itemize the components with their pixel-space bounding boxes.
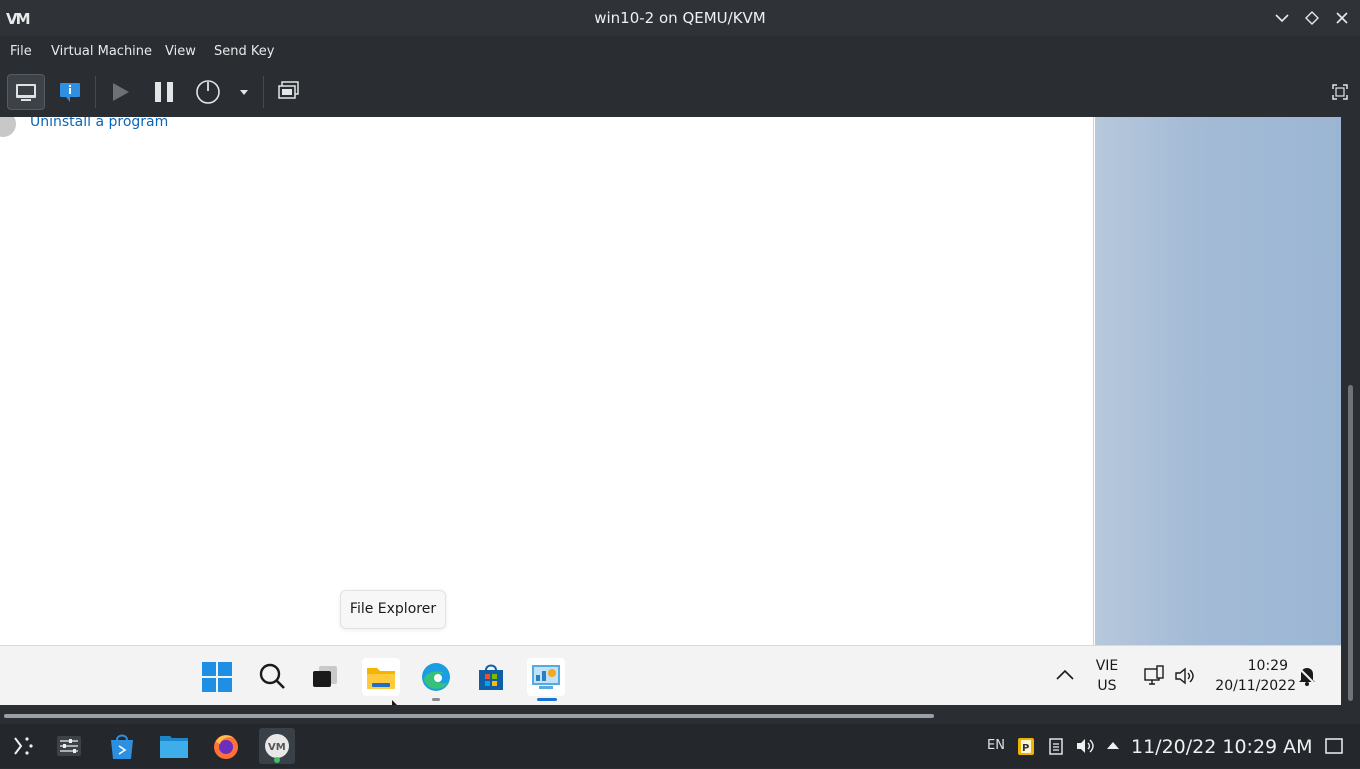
task-view-button[interactable] xyxy=(307,658,345,696)
desktop-wallpaper xyxy=(1095,117,1341,645)
kde-panel: VM EN P 11/20/22 10:29 AM xyxy=(0,724,1360,768)
system-clock[interactable]: 11/20/22 10:29 AM xyxy=(1131,736,1313,758)
control-panel-active-indicator xyxy=(537,698,557,701)
taskbar-tooltip: File Explorer xyxy=(340,590,446,629)
programs-icon xyxy=(0,117,16,137)
play-icon xyxy=(113,83,129,101)
file-explorer-taskbar-button[interactable] xyxy=(362,658,400,696)
horizontal-scroll-thumb[interactable] xyxy=(4,714,934,718)
clipboard-icon[interactable] xyxy=(1045,735,1067,757)
snapshots-icon xyxy=(278,81,299,99)
shutdown-menu-button[interactable] xyxy=(232,74,256,110)
fullscreen-icon xyxy=(1332,84,1348,100)
control-panel-window: Uninstall a program xyxy=(0,117,1094,645)
firefox-button[interactable] xyxy=(208,728,244,764)
network-icon[interactable] xyxy=(1142,664,1166,688)
task-view-icon xyxy=(313,666,337,687)
snapshots-button[interactable] xyxy=(270,74,306,110)
edge-icon xyxy=(422,663,450,691)
dolphin-button[interactable] xyxy=(156,728,192,764)
store-icon xyxy=(479,664,503,690)
settings-sliders-icon xyxy=(57,736,81,756)
horizontal-scrollbar[interactable] xyxy=(0,705,1360,724)
input-language-bottom[interactable]: US xyxy=(1088,678,1126,694)
volume-icon[interactable] xyxy=(1074,735,1096,757)
power-icon xyxy=(196,80,220,104)
start-button[interactable] xyxy=(198,658,236,696)
svg-text:VM: VM xyxy=(268,742,286,753)
vm-display[interactable]: Uninstall a program File Explorer VIE US… xyxy=(0,117,1341,705)
guest-clock-date[interactable]: 20/11/2022 xyxy=(1206,678,1296,694)
folder-icon xyxy=(367,668,395,689)
tray-expand-icon[interactable] xyxy=(1104,737,1122,755)
search-icon xyxy=(259,663,285,689)
firefox-icon xyxy=(214,735,238,759)
vertical-scroll-thumb[interactable] xyxy=(1348,385,1353,701)
uninstall-program-link[interactable]: Uninstall a program xyxy=(30,117,168,130)
menu-virtual-machine[interactable]: Virtual Machine xyxy=(51,44,152,59)
pause-button[interactable] xyxy=(146,74,182,110)
virt-manager-taskbar-button[interactable]: VM xyxy=(259,728,295,764)
menu-bar: File Virtual Machine View Send Key xyxy=(0,36,1360,68)
fullscreen-button[interactable] xyxy=(1322,74,1358,110)
control-panel-taskbar-button[interactable] xyxy=(527,658,565,696)
discover-button[interactable] xyxy=(104,728,140,764)
volume-icon[interactable] xyxy=(1173,664,1197,688)
keyboard-layout-indicator[interactable]: EN xyxy=(987,738,1005,753)
console-view-button[interactable] xyxy=(7,74,45,110)
minimize-icon[interactable] xyxy=(1272,8,1292,28)
pause-icon xyxy=(155,82,173,102)
toolbar-separator xyxy=(263,76,264,108)
close-icon[interactable] xyxy=(1332,8,1352,28)
app-launcher-icon xyxy=(14,737,33,755)
clipboard-p-icon[interactable]: P xyxy=(1015,735,1037,757)
monitor-icon xyxy=(16,84,36,101)
window-title: win10-2 on QEMU/KVM xyxy=(594,9,766,27)
maximize-icon[interactable] xyxy=(1302,8,1322,28)
edge-running-indicator xyxy=(432,698,440,701)
system-settings-button[interactable] xyxy=(51,728,87,764)
windows-start-icon xyxy=(202,662,232,692)
run-button[interactable] xyxy=(102,74,138,110)
toolbar xyxy=(0,68,1360,117)
chevron-down-icon xyxy=(240,90,248,95)
edge-taskbar-button[interactable] xyxy=(417,658,455,696)
shutdown-button[interactable] xyxy=(190,74,226,110)
virt-manager-icon: VM xyxy=(265,734,289,763)
control-panel-icon xyxy=(532,665,560,689)
store-taskbar-button[interactable] xyxy=(472,658,510,696)
folder-icon xyxy=(160,736,188,758)
chevron-up-icon[interactable] xyxy=(1054,666,1076,684)
menu-view[interactable]: View xyxy=(165,44,196,59)
store-bag-icon xyxy=(111,734,133,759)
input-language-top[interactable]: VIE xyxy=(1088,658,1126,674)
menu-file[interactable]: File xyxy=(10,44,32,59)
vertical-scrollbar[interactable] xyxy=(1341,117,1360,705)
window-titlebar: VM win10-2 on QEMU/KVM xyxy=(0,0,1360,36)
search-button[interactable] xyxy=(253,658,291,696)
toolbar-separator xyxy=(95,76,96,108)
show-desktop-icon[interactable] xyxy=(1324,737,1344,755)
windows-taskbar: VIE US 10:29 20/11/2022 xyxy=(0,645,1341,705)
menu-send-key[interactable]: Send Key xyxy=(214,44,274,59)
notification-bell-icon[interactable] xyxy=(1296,665,1318,687)
info-icon xyxy=(60,83,80,102)
app-launcher-button[interactable] xyxy=(4,728,40,764)
svg-text:P: P xyxy=(1022,743,1029,754)
details-view-button[interactable] xyxy=(52,74,88,110)
